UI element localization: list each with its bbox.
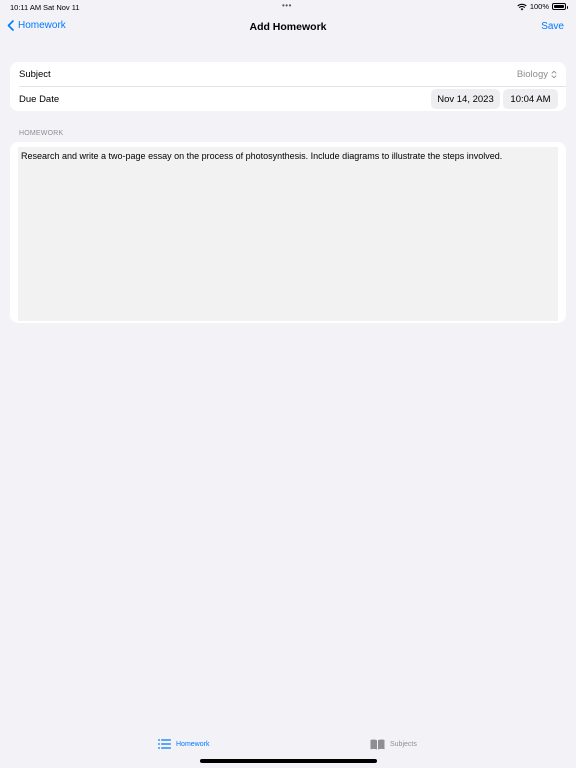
homework-card: Research and write a two-page essay on t… (10, 142, 566, 323)
navigation-bar: Homework Add Homework Save (0, 14, 576, 42)
tab-subjects-label: Subjects (390, 741, 417, 748)
status-indicators: 100% (517, 2, 568, 11)
status-date: Sat Nov 11 (43, 3, 80, 12)
battery-percent: 100% (529, 2, 549, 11)
homework-section-header: HOMEWORK (19, 130, 64, 137)
subject-picker[interactable]: Biology (517, 69, 557, 80)
page-title: Add Homework (249, 21, 327, 33)
subject-value: Biology (516, 68, 548, 80)
date-picker[interactable]: Nov 14, 2023 (431, 89, 500, 109)
status-time: 10:11 AM (10, 3, 42, 12)
book-icon (370, 739, 385, 750)
tab-homework-label: Homework (176, 740, 210, 748)
wifi-icon (517, 3, 527, 10)
subject-row[interactable]: Subject Biology (10, 62, 566, 86)
tab-homework[interactable]: Homework (158, 739, 209, 749)
chevron-up-down-icon (551, 70, 557, 78)
subject-label: Subject (19, 68, 51, 80)
homework-text-editor[interactable]: Research and write a two-page essay on t… (18, 147, 558, 321)
save-button[interactable]: Save (541, 21, 564, 32)
battery-icon (552, 3, 568, 10)
tab-subjects[interactable]: Subjects (370, 739, 417, 750)
list-icon (158, 739, 171, 749)
due-date-label: Due Date (19, 93, 60, 105)
details-form: Subject Biology Due Date Nov 14, 2023 10… (10, 62, 566, 111)
time-picker[interactable]: 10:04 AM (503, 89, 558, 109)
multitasking-dots[interactable]: ••• (282, 1, 292, 10)
due-date-row: Due Date Nov 14, 2023 10:04 AM (10, 87, 566, 111)
status-bar: 10:11 AM Sat Nov 11 ••• 100% (0, 0, 576, 14)
home-indicator (200, 759, 377, 763)
